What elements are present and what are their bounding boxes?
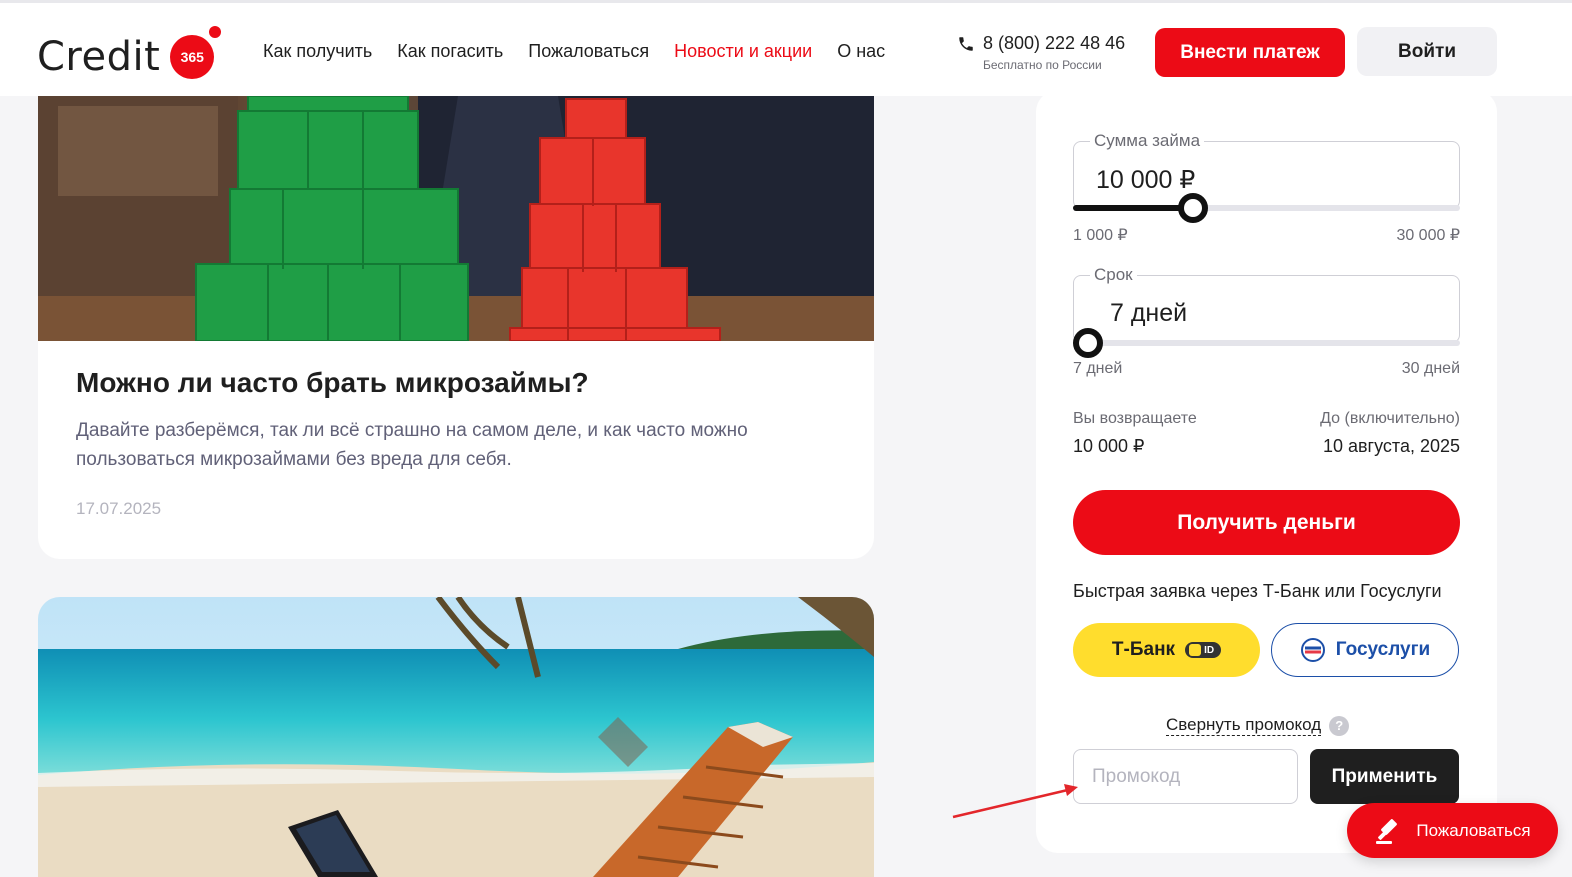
gosuslugi-logo-icon [1300, 638, 1325, 662]
return-amount-value: 10 000 ₽ [1073, 436, 1145, 456]
tbank-id-text: ID [1204, 644, 1215, 656]
site-header: Credit 365 Как получить Как погасить Пож… [0, 0, 1572, 96]
due-date-block: До (включительно) 10 августа, 2025 [1320, 410, 1460, 457]
phone-block[interactable]: 8 (800) 222 48 46 Бесплатно по России [957, 33, 1125, 72]
help-icon[interactable]: ? [1329, 715, 1350, 736]
logo-text: Credit [37, 34, 161, 80]
nav-how-to-repay[interactable]: Как погасить [397, 41, 503, 62]
complain-floating-button[interactable]: Пожаловаться [1347, 803, 1558, 858]
tbank-button[interactable]: Т-Банк ID [1073, 623, 1260, 677]
logo-badge-number: 365 [180, 49, 204, 65]
loan-amount-value[interactable]: 10 000 ₽ [1096, 165, 1195, 195]
loan-amount-slider[interactable] [1073, 193, 1460, 223]
article-title[interactable]: Можно ли часто брать микрозаймы? [76, 367, 589, 399]
gosuslugi-label: Госуслуги [1335, 639, 1431, 660]
get-money-button[interactable]: Получить деньги [1073, 490, 1460, 555]
nav-news[interactable]: Новости и акции [674, 41, 812, 62]
loan-term-label: Срок [1090, 265, 1137, 285]
loan-term-value[interactable]: 7 дней [1110, 299, 1187, 328]
phone-number: 8 (800) 222 48 46 [983, 33, 1126, 53]
annotation-arrow [952, 784, 1078, 819]
logo[interactable]: Credit 365 [37, 26, 222, 81]
phone-note: Бесплатно по России [983, 58, 1102, 72]
loan-amount-slider-thumb[interactable] [1178, 193, 1208, 223]
login-button[interactable]: Войти [1357, 27, 1497, 76]
promo-toggle[interactable]: Свернуть промокод ? [1166, 715, 1350, 736]
due-date-value: 10 августа, 2025 [1322, 436, 1460, 456]
tbank-label: Т-Банк [1111, 639, 1176, 660]
phone-icon [959, 36, 973, 51]
loan-amount-label: Сумма займа [1090, 131, 1205, 151]
article-description: Давайте разберёмся, так ли всё страшно н… [76, 420, 748, 470]
return-amount-label: Вы возвращаете [1073, 410, 1197, 427]
loan-amount-min: 1 000 ₽ [1073, 227, 1128, 244]
article-image-blocks[interactable] [38, 96, 874, 341]
gavel-icon [1376, 818, 1398, 844]
gosuslugi-button[interactable]: Госуслуги [1271, 623, 1459, 677]
loan-amount-range: 1 000 ₽ 30 000 ₽ [1073, 225, 1460, 245]
article-card[interactable]: Можно ли часто брать микрозаймы? Давайте… [38, 96, 874, 559]
blocks-illustration [38, 96, 874, 341]
loan-term-field[interactable]: Срок 7 дней [1073, 265, 1460, 343]
tbank-id-icon: ID [1185, 642, 1222, 658]
loan-amount-max: 30 000 ₽ [1396, 227, 1460, 244]
loan-amount-slider-fill [1073, 205, 1193, 211]
promo-toggle-label[interactable]: Свернуть промокод [1166, 715, 1322, 736]
article-card-beach[interactable] [38, 597, 874, 877]
loan-term-slider-thumb[interactable] [1073, 328, 1103, 358]
nav-how-to-get[interactable]: Как получить [263, 41, 372, 62]
loan-summary: Вы возвращаете 10 000 ₽ До (включительно… [1073, 410, 1460, 457]
logo-dot [209, 26, 222, 38]
article-date: 17.07.2025 [76, 499, 162, 518]
loan-term-range: 7 дней 30 дней [1073, 360, 1460, 378]
nav-complain[interactable]: Пожаловаться [528, 41, 649, 62]
complain-label: Пожаловаться [1416, 820, 1531, 840]
apply-promo-button[interactable]: Применить [1310, 749, 1459, 804]
loan-amount-field[interactable]: Сумма займа 10 000 ₽ [1073, 131, 1460, 209]
logo-badge: 365 [170, 26, 222, 79]
beach-illustration [38, 597, 874, 877]
main-nav: Как получить Как погасить Пожаловаться Н… [263, 41, 885, 62]
return-amount-block: Вы возвращаете 10 000 ₽ [1073, 410, 1197, 457]
loan-term-slider[interactable] [1073, 328, 1460, 358]
nav-about[interactable]: О нас [837, 41, 885, 62]
loan-term-min: 7 дней [1073, 360, 1123, 377]
loan-term-max: 30 дней [1401, 360, 1460, 377]
due-date-label: До (включительно) [1320, 410, 1460, 427]
loan-calculator: Сумма займа 10 000 ₽ 1 000 ₽ 30 000 ₽ Ср… [1036, 90, 1497, 853]
promo-code-input[interactable] [1073, 749, 1298, 804]
quick-apply-text: Быстрая заявка через Т-Банк или Госуслуг… [1073, 581, 1442, 601]
make-payment-button[interactable]: Внести платеж [1155, 28, 1345, 77]
